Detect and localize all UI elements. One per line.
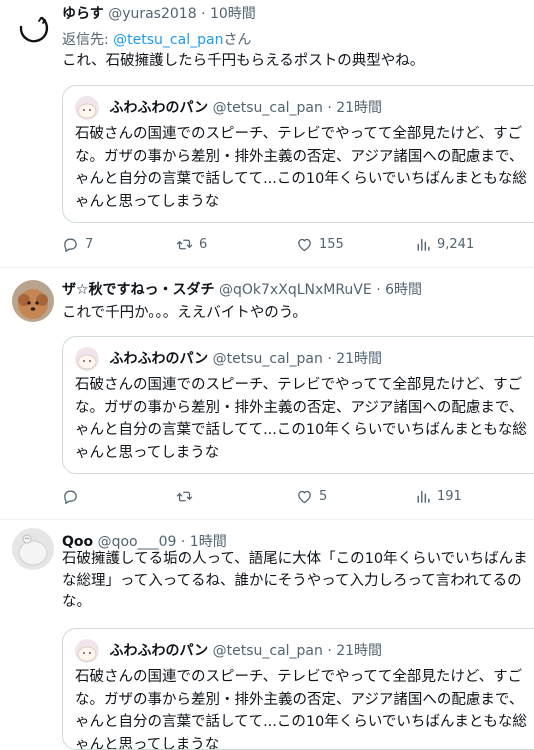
views-button[interactable]: 191 bbox=[414, 486, 462, 506]
handle[interactable]: @yuras2018 bbox=[108, 6, 196, 22]
timestamp[interactable]: · 1時間 bbox=[181, 534, 227, 550]
reply-button[interactable] bbox=[62, 486, 85, 506]
quoted-display-name: ふわふわのパン bbox=[109, 351, 208, 367]
quoted-handle: @tetsu_cal_pan bbox=[213, 100, 323, 116]
views-button[interactable]: 9,241 bbox=[414, 234, 474, 254]
avatar-image bbox=[12, 280, 54, 322]
avatar-image bbox=[12, 528, 54, 570]
timestamp[interactable]: · 6時間 bbox=[376, 282, 422, 298]
quoted-tweet[interactable]: ふわふわのパン @tetsu_cal_pan · 21時間 石破さんの国連でのス… bbox=[62, 628, 534, 750]
quoted-tweet[interactable]: ふわふわのパン @tetsu_cal_pan · 21時間 石破さんの国連でのス… bbox=[62, 85, 534, 223]
like-button[interactable]: 5 bbox=[296, 486, 327, 506]
like-button[interactable]: 155 bbox=[296, 234, 344, 254]
quoted-line: ゃんと自分の言葉で話してて...この10年くらいでいちばんまともな総 bbox=[75, 422, 527, 438]
view-count: 191 bbox=[437, 489, 462, 504]
like-count: 155 bbox=[319, 237, 344, 252]
heart-icon bbox=[296, 488, 313, 505]
retweet-count: 6 bbox=[199, 237, 207, 252]
quoted-timestamp: · 21時間 bbox=[327, 643, 382, 659]
quoted-line: な。ガザの事から差別・排外主義の否定、アジア諸国への配慮まで、 bbox=[75, 149, 523, 165]
action-bar: 7 6 155 9,241 bbox=[62, 234, 532, 254]
quoted-line: ゃんと思ってしまうな bbox=[75, 194, 219, 210]
tweet[interactable]: Qoo @qoo___09 · 1時間 石破擁護してる垢の人って、語尾に大体「こ… bbox=[0, 519, 534, 706]
quoted-avatar bbox=[75, 639, 99, 663]
avatar[interactable] bbox=[12, 8, 54, 50]
reply-count: 7 bbox=[85, 237, 93, 252]
quoted-text: 石破さんの国連でのスピーチ、テレビでやってて全部見たけど、すご な。ガザの事から… bbox=[75, 666, 534, 750]
quoted-display-name: ふわふわのパン bbox=[109, 100, 208, 116]
display-name[interactable]: Qoo bbox=[62, 534, 93, 550]
quoted-tweet-header: ふわふわのパン @tetsu_cal_pan · 21時間 bbox=[75, 638, 382, 664]
tweet-text: 石破擁護してる垢の人って、語尾に大体「この10年くらいでいちばんま な総理」って… bbox=[62, 549, 534, 614]
quoted-line: 石破さんの国連でのスピーチ、テレビでやってて全部見たけど、すご bbox=[75, 669, 522, 685]
reply-icon bbox=[62, 488, 79, 505]
handle[interactable]: @qoo___09 bbox=[98, 534, 177, 550]
views-icon bbox=[414, 488, 431, 505]
retweet-button[interactable] bbox=[176, 486, 199, 506]
tweet-header: ゆらす @yuras2018 · 10時間 bbox=[62, 5, 256, 23]
views-icon bbox=[414, 236, 431, 253]
like-count: 5 bbox=[319, 489, 327, 504]
quoted-handle: @tetsu_cal_pan bbox=[213, 351, 323, 367]
quoted-handle: @tetsu_cal_pan bbox=[213, 643, 323, 659]
avatar[interactable] bbox=[12, 528, 54, 570]
quoted-line: ゃんと思ってしまうな bbox=[75, 445, 219, 461]
quoted-line: な。ガザの事から差別・排外主義の否定、アジア諸国への配慮まで、 bbox=[75, 692, 523, 708]
quoted-text: 石破さんの国連でのスピーチ、テレビでやってて全部見たけど、すご な。ガザの事から… bbox=[75, 374, 534, 464]
retweet-button[interactable]: 6 bbox=[176, 234, 207, 254]
action-bar: 5 191 bbox=[62, 486, 532, 506]
heart-icon bbox=[296, 236, 313, 253]
quoted-display-name: ふわふわのパン bbox=[109, 643, 208, 659]
quoted-line: ゃんと自分の言葉で話してて...この10年くらいでいちばんまともな総 bbox=[75, 171, 527, 187]
quoted-tweet-header: ふわふわのパン @tetsu_cal_pan · 21時間 bbox=[75, 95, 382, 121]
quoted-line: ゃんと思ってしまうな bbox=[75, 737, 219, 750]
reply-icon bbox=[62, 236, 79, 253]
display-name[interactable]: ザ☆秋ですねっ・スダチ bbox=[62, 282, 215, 298]
quoted-avatar bbox=[75, 347, 99, 371]
retweet-icon bbox=[176, 488, 193, 505]
tweet-text-line: 石破擁護してる垢の人って、語尾に大体「この10年くらいでいちばんま bbox=[62, 551, 528, 567]
quoted-timestamp: · 21時間 bbox=[327, 100, 382, 116]
handle[interactable]: @qOk7xXqLNxMRuVE bbox=[219, 282, 372, 298]
display-name[interactable]: ゆらす bbox=[62, 6, 104, 22]
avatar-image bbox=[12, 8, 54, 50]
quoted-line: 石破さんの国連でのスピーチ、テレビでやってて全部見たけど、すご bbox=[75, 126, 522, 142]
tweet-text-line: な。 bbox=[62, 594, 91, 610]
quoted-avatar bbox=[75, 96, 99, 120]
quoted-tweet-header: ふわふわのパン @tetsu_cal_pan · 21時間 bbox=[75, 346, 382, 372]
reply-prefix: 返信先: bbox=[62, 32, 113, 48]
quoted-line: ゃんと自分の言葉で話してて...この10年くらいでいちばんまともな総 bbox=[75, 714, 527, 730]
tweet[interactable]: ゆらす @yuras2018 · 10時間 返信先: @tetsu_cal_pa… bbox=[0, 0, 534, 267]
retweet-icon bbox=[176, 236, 193, 253]
timestamp[interactable]: · 10時間 bbox=[201, 6, 256, 22]
tweet-text: これで千円か。。。ええバイトやのう。 bbox=[62, 303, 534, 324]
reply-context: 返信先: @tetsu_cal_panさん bbox=[62, 29, 251, 49]
quoted-line: な。ガザの事から差別・排外主義の否定、アジア諸国への配慮まで、 bbox=[75, 400, 523, 416]
reply-suffix: さん bbox=[223, 32, 251, 48]
tweet-text: これ、石破擁護したら千円もらえるポストの典型やね。 bbox=[62, 51, 534, 72]
view-count: 9,241 bbox=[437, 237, 474, 252]
quoted-tweet[interactable]: ふわふわのパン @tetsu_cal_pan · 21時間 石破さんの国連でのス… bbox=[62, 336, 534, 474]
reply-to-link[interactable]: @tetsu_cal_pan bbox=[113, 32, 223, 48]
tweet-text-line: な総理」って入ってるね、誰かにそうやって入力しろって言われてるの bbox=[62, 573, 522, 589]
avatar[interactable] bbox=[12, 280, 54, 322]
tweet-header: ザ☆秋ですねっ・スダチ @qOk7xXqLNxMRuVE · 6時間 bbox=[62, 281, 422, 299]
quoted-line: 石破さんの国連でのスピーチ、テレビでやってて全部見たけど、すご bbox=[75, 377, 522, 393]
tweet[interactable]: ザ☆秋ですねっ・スダチ @qOk7xXqLNxMRuVE · 6時間 これで千円… bbox=[0, 267, 534, 520]
quoted-text: 石破さんの国連でのスピーチ、テレビでやってて全部見たけど、すご な。ガザの事から… bbox=[75, 123, 534, 213]
reply-button[interactable]: 7 bbox=[62, 234, 93, 254]
quoted-timestamp: · 21時間 bbox=[327, 351, 382, 367]
